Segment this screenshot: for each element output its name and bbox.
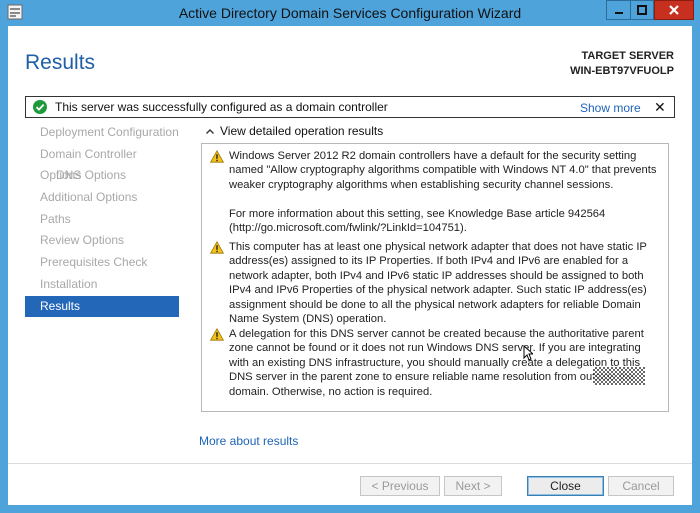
result-entry-text: A delegation for this DNS server cannot … (229, 328, 644, 398)
footer-divider (8, 463, 692, 464)
success-check-icon (33, 100, 47, 114)
target-server-name: WIN-EBT97VFUOLP (570, 65, 674, 77)
view-detailed-results-label: View detailed operation results (220, 124, 384, 138)
wizard-window: Active Directory Domain Services Configu… (0, 0, 700, 513)
chevron-up-icon (206, 129, 214, 134)
maximize-button[interactable] (630, 0, 654, 20)
warning-icon (210, 150, 224, 163)
wizard-nav: Deployment Configuration Domain Controll… (25, 122, 179, 318)
page-title: Results (25, 51, 96, 74)
nav-item-paths[interactable]: Paths (25, 209, 179, 231)
mouse-cursor-icon (523, 345, 533, 361)
success-banner: This server was successfully configured … (25, 96, 675, 118)
dismiss-banner-button[interactable]: ✕ (654, 99, 666, 116)
success-message: This server was successfully configured … (55, 100, 388, 114)
window-title: Active Directory Domain Services Configu… (178, 5, 522, 21)
more-about-results-link[interactable]: More about results (199, 434, 298, 448)
target-server-block: TARGET SERVER WIN-EBT97VFUOLP (570, 49, 674, 79)
nav-item-installation[interactable]: Installation (25, 274, 179, 296)
nav-item-deployment-configuration[interactable]: Deployment Configuration (25, 122, 179, 144)
noise-artifact (593, 367, 645, 385)
wizard-client-area: Results TARGET SERVER WIN-EBT97VFUOLP Th… (8, 26, 692, 505)
nav-item-results[interactable]: Results (25, 295, 179, 318)
window-close-button[interactable] (654, 0, 694, 20)
nav-item-domain-controller-options[interactable]: Domain Controller Options (25, 144, 179, 183)
result-entry: A delegation for this DNS server cannot … (210, 327, 662, 399)
result-entry-kb-reference: For more information about this setting,… (229, 207, 606, 235)
next-button[interactable]: Next > (444, 476, 502, 496)
close-icon (669, 5, 679, 15)
warning-icon (210, 328, 224, 341)
cancel-button[interactable]: Cancel (608, 476, 674, 496)
minimize-icon (614, 12, 623, 14)
result-entry-text: Windows Server 2012 R2 domain controller… (229, 150, 657, 191)
maximize-icon (637, 5, 647, 15)
result-entry: Windows Server 2012 R2 domain controller… (210, 149, 662, 235)
minimize-button[interactable] (606, 0, 630, 20)
view-detailed-results-toggle[interactable]: View detailed operation results (205, 124, 383, 138)
nav-item-prerequisites-check[interactable]: Prerequisites Check (25, 252, 179, 274)
nav-item-additional-options[interactable]: Additional Options (25, 187, 179, 209)
warning-icon (210, 241, 224, 254)
close-button[interactable]: Close (527, 476, 604, 496)
show-more-link[interactable]: Show more (580, 101, 641, 115)
nav-item-review-options[interactable]: Review Options (25, 230, 179, 252)
target-server-label: TARGET SERVER (581, 50, 675, 62)
result-entry: This computer has at least one physical … (210, 240, 662, 326)
result-entry-text: This computer has at least one physical … (229, 241, 647, 326)
title-bar[interactable]: Active Directory Domain Services Configu… (0, 0, 700, 26)
previous-button[interactable]: < Previous (360, 476, 440, 496)
